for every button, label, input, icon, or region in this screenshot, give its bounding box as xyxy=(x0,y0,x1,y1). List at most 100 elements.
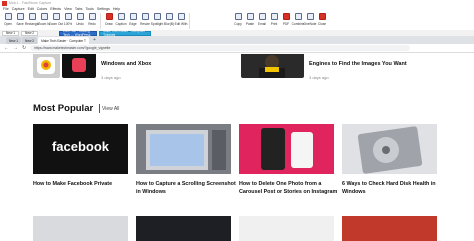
caption-icon xyxy=(117,13,125,20)
card-title[interactable]: How to Capture a Scrolling Screenshot in… xyxy=(136,180,236,196)
edge-button[interactable]: Edge xyxy=(127,11,139,30)
menu-settings[interactable]: Settings xyxy=(97,7,110,11)
card-image[interactable] xyxy=(239,216,334,241)
new-tab-icon[interactable]: + xyxy=(93,37,96,43)
card-image[interactable] xyxy=(342,124,437,174)
reload-icon[interactable]: ↻ xyxy=(22,45,26,51)
article-date: 3 days ago xyxy=(309,75,329,80)
card-image[interactable] xyxy=(33,216,128,241)
copy-icon xyxy=(234,13,242,20)
laptop-screenshot-photo xyxy=(146,130,226,170)
open-button[interactable]: Open xyxy=(2,11,14,30)
article-thumbnail[interactable] xyxy=(241,54,304,78)
blur-icon xyxy=(165,13,173,20)
browser-tab[interactable]: New 1 xyxy=(6,37,22,44)
onenote-icon xyxy=(306,13,314,20)
instagram-photo xyxy=(239,124,334,174)
draw-icon xyxy=(105,13,113,20)
address-bar: ← → ↻ https://www.maketecheasier.com/?go… xyxy=(0,44,474,53)
doc-tab-new-2[interactable]: New 2 xyxy=(21,30,39,36)
card-title[interactable]: How to Delete One Photo from a Carousel … xyxy=(239,180,339,196)
pdf-button[interactable]: PDF xyxy=(280,11,292,30)
forward-icon[interactable]: → xyxy=(13,45,18,51)
menu-tools[interactable]: Tools xyxy=(85,7,93,11)
menu-help[interactable]: Help xyxy=(113,7,120,11)
card-title[interactable]: 6 Ways to Check Hard Disk Health in Wind… xyxy=(342,180,442,196)
image-search-photo xyxy=(259,55,285,78)
zoom-out-icon xyxy=(52,13,60,20)
actual-size-icon xyxy=(64,13,72,20)
article-date: 3 days ago xyxy=(101,75,121,80)
menu-capture[interactable]: Capture xyxy=(12,7,25,11)
folder-icon xyxy=(4,13,12,20)
window-title: Mob.1 - FastStone Capture xyxy=(9,1,52,5)
menu-file[interactable]: File xyxy=(3,7,9,11)
email-button[interactable]: Email xyxy=(256,11,268,30)
photos-app-icon xyxy=(37,57,55,74)
doc-tab-edit-post[interactable]: Edit Post ‹ Guiding Tech — WordPress xyxy=(59,29,98,37)
print-button[interactable]: Print xyxy=(268,11,280,30)
toolbar-divider xyxy=(100,13,101,29)
resize-button[interactable]: Resize xyxy=(139,11,151,30)
paste-button[interactable]: Paste xyxy=(244,11,256,30)
article-thumbnail[interactable] xyxy=(33,54,60,78)
article-thumbnail[interactable] xyxy=(62,54,96,78)
spotlight-button[interactable]: Spotlight xyxy=(151,11,163,30)
hard-disk-photo xyxy=(357,126,423,174)
zoom-out-button[interactable]: Zoom Out xyxy=(49,11,63,30)
combine-button[interactable]: Combine xyxy=(292,11,304,30)
zoom-in-button[interactable]: Zoom In xyxy=(38,11,50,30)
facebook-logo-text: facebook xyxy=(51,139,110,154)
zoom-100-button[interactable]: 100% xyxy=(62,11,74,30)
save-button[interactable]: Save xyxy=(14,11,26,30)
close-button[interactable]: Close xyxy=(316,11,328,30)
menu-tabs[interactable]: Tabs xyxy=(75,7,83,11)
menu-colors[interactable]: Colors xyxy=(37,7,47,11)
card-image[interactable] xyxy=(342,216,437,241)
menu-effects[interactable]: Effects xyxy=(50,7,61,11)
app-icon xyxy=(2,0,7,6)
undo-icon xyxy=(76,13,84,20)
rectangle-button[interactable]: Rectangle xyxy=(25,11,39,30)
email-icon xyxy=(258,13,266,20)
card-image[interactable] xyxy=(136,216,231,241)
card-title[interactable]: How to Make Facebook Private xyxy=(33,180,133,188)
menu-view[interactable]: View xyxy=(64,7,72,11)
blur-button[interactable]: Blur(B) xyxy=(163,11,175,30)
article-title[interactable]: Engines to Find the Images You Want xyxy=(309,61,407,67)
menu-edit[interactable]: Edit xyxy=(28,7,34,11)
browser-tab-active[interactable]: Make Tech Easier · Computer T xyxy=(38,37,89,44)
doc-tab-new-1[interactable]: New 1 xyxy=(2,30,20,36)
url-input[interactable]: https://www.maketecheasier.com/?google_v… xyxy=(30,45,411,51)
draw-button[interactable]: Draw xyxy=(103,11,115,30)
copy-button[interactable]: Copy xyxy=(232,11,244,30)
view-all-link[interactable]: View All xyxy=(102,106,119,112)
back-icon[interactable]: ← xyxy=(4,45,9,51)
edit-with-button[interactable]: Edit With xyxy=(175,11,187,30)
card-image[interactable] xyxy=(239,124,334,174)
card-image[interactable] xyxy=(136,124,231,174)
browser-tab[interactable]: New 2 xyxy=(22,37,38,44)
resize-icon xyxy=(141,13,149,20)
spotlight-icon xyxy=(153,13,161,20)
section-heading: Most Popular xyxy=(33,103,94,114)
edit-with-icon xyxy=(177,13,185,20)
undo-button[interactable]: Undo xyxy=(74,11,86,30)
combine-icon xyxy=(294,13,302,20)
disk-icon xyxy=(16,13,24,20)
redo-icon xyxy=(88,13,96,20)
browser-tab-strip: New 1 New 2 Make Tech Easier · Computer … xyxy=(0,36,474,44)
paste-icon xyxy=(246,13,254,20)
doc-tab-make-tech-easier[interactable]: Make Tech Easier · Computer Tutorials xyxy=(99,29,152,37)
redo-button[interactable]: Redo xyxy=(86,11,98,30)
onenote-button[interactable]: OneNote xyxy=(304,11,316,30)
close-icon xyxy=(318,13,326,20)
card-image[interactable]: facebook xyxy=(33,124,128,174)
pdf-icon xyxy=(282,13,290,20)
article-title[interactable]: Windows and Xbox xyxy=(101,61,151,67)
toolbar-divider xyxy=(189,13,190,29)
rectangle-icon xyxy=(28,13,36,20)
zoom-in-icon xyxy=(40,13,48,20)
caption-button[interactable]: Caption xyxy=(115,11,127,30)
toolbar: Open Save Rectangle Zoom In Zoom Out 100… xyxy=(0,11,474,30)
